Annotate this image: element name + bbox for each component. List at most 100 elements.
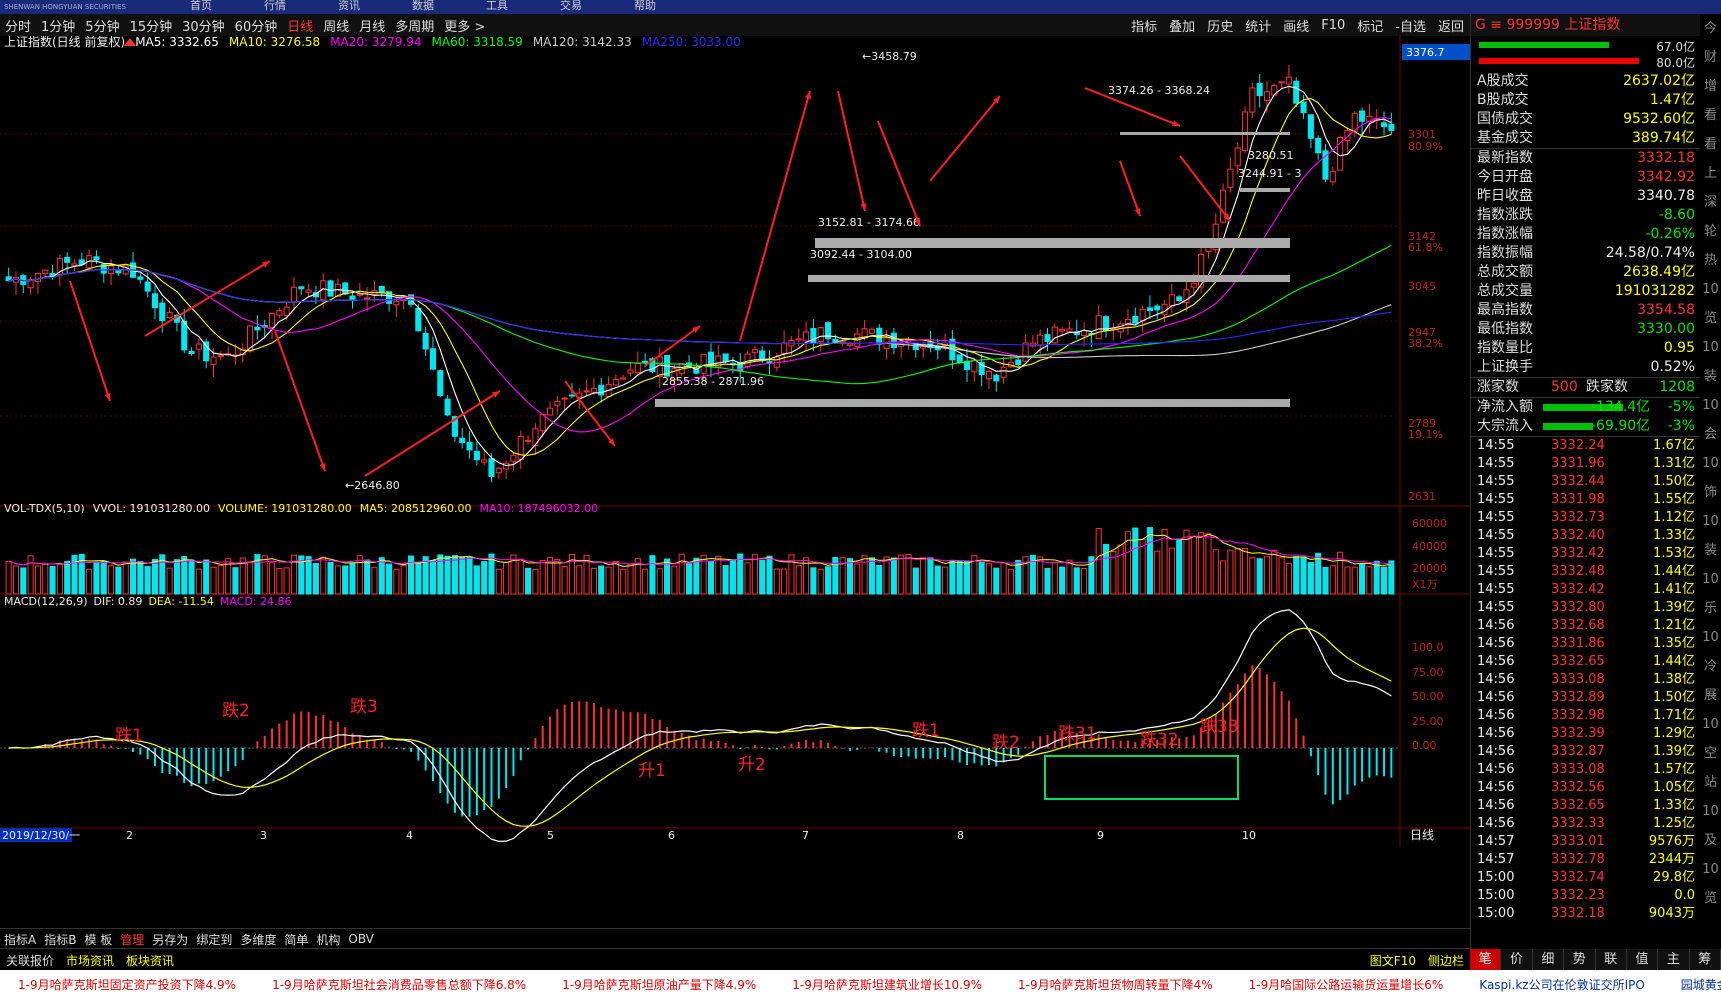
- quote-tab-4[interactable]: 联: [1596, 949, 1627, 970]
- tool-button-8[interactable]: 返回: [1432, 16, 1470, 35]
- ticker-item[interactable]: 1-9月哈萨克斯坦固定资产投资下降4.9%: [0, 976, 254, 993]
- side-strip-item[interactable]: 看: [1700, 101, 1721, 130]
- menu-item-1[interactable]: 行情: [264, 0, 286, 12]
- quote-tab-1[interactable]: 价: [1501, 949, 1533, 970]
- side-strip-item[interactable]: 10: [1700, 710, 1721, 739]
- info-tab-1[interactable]: 市场资讯: [60, 952, 120, 969]
- side-strip-item[interactable]: 10: [1700, 333, 1721, 362]
- indicator-tab-8[interactable]: 机构: [312, 931, 344, 948]
- info-tab-0[interactable]: 关联报价: [0, 952, 60, 969]
- period-tab-6[interactable]: 日线: [282, 16, 318, 35]
- tick-time: 14:55: [1477, 600, 1515, 615]
- ticker-item[interactable]: 1-9月哈萨克斯坦社会消费品零售总额下降6.8%: [254, 976, 544, 993]
- side-strip-item[interactable]: 及: [1700, 826, 1721, 855]
- quote-tab-7[interactable]: 筹: [1690, 949, 1721, 970]
- stat-row: B股成交 1.47亿: [1471, 91, 1701, 110]
- indicator-tab-6[interactable]: 多维度: [236, 931, 280, 948]
- tool-button-1[interactable]: 叠加: [1163, 16, 1201, 35]
- side-strip-item[interactable]: 增: [1700, 72, 1721, 101]
- side-strip-item[interactable]: 10: [1700, 449, 1721, 478]
- menu-item-2[interactable]: 资讯: [338, 0, 360, 12]
- menu-item-3[interactable]: 数据: [412, 0, 434, 12]
- side-strip-item[interactable]: 财: [1700, 43, 1721, 72]
- side-strip-item[interactable]: 10: [1700, 565, 1721, 594]
- indicator-tab-5[interactable]: 绑定到: [192, 931, 236, 948]
- net-inflow-pct: -5%: [1667, 399, 1695, 415]
- period-tab-3[interactable]: 15分钟: [125, 16, 178, 35]
- side-strip-item[interactable]: 空: [1700, 739, 1721, 768]
- indicator-tab-7[interactable]: 简单: [280, 931, 312, 948]
- kline-chart[interactable]: 上证指数(日线 前复权) MA5: 3332.65 MA10: 3276.58 MA2…: [0, 36, 1470, 949]
- news-ticker[interactable]: 1-9月哈萨克斯坦固定资产投资下降4.9% 1-9月哈萨克斯坦社会消费品零售总额下…: [0, 970, 1721, 998]
- tick-list[interactable]: 14:55 3332.24 1.67亿 14:55 3331.96 1.31亿 14:55 3…: [1471, 436, 1701, 923]
- indicator-tab-3[interactable]: 管理: [116, 931, 148, 948]
- indicator-tab-9[interactable]: OBV: [344, 932, 378, 946]
- side-strip-item[interactable]: 乐: [1700, 594, 1721, 623]
- info-right-tab-1[interactable]: 侧边栏: [1422, 952, 1470, 969]
- period-tab-9[interactable]: 多周期: [390, 16, 439, 35]
- period-tab-1[interactable]: 1分钟: [36, 16, 80, 35]
- period-tab-4[interactable]: 30分钟: [177, 16, 230, 35]
- side-strip-item[interactable]: 10: [1700, 275, 1721, 304]
- side-strip-item[interactable]: 装: [1700, 362, 1721, 391]
- side-strip-item[interactable]: 览: [1700, 884, 1721, 913]
- ticker-item[interactable]: 1-9月哈萨克斯坦原油产量下降4.9%: [544, 976, 774, 993]
- indicator-tab-2[interactable]: 模 板: [80, 931, 116, 948]
- side-strip-item[interactable]: 装: [1700, 536, 1721, 565]
- ticker-item[interactable]: 1-9月哈国际公路运输货运量增长6%: [1231, 976, 1462, 993]
- ticker-item[interactable]: Kaspi.kz公司在伦敦证交所IPO: [1461, 976, 1663, 993]
- side-strip-item[interactable]: 览: [1700, 304, 1721, 333]
- tick-price: 3332.73: [1551, 510, 1605, 525]
- menu-item-5[interactable]: 交易: [560, 0, 582, 12]
- quote-tab-6[interactable]: 主: [1658, 949, 1690, 970]
- quote-tab-2[interactable]: 细: [1533, 949, 1565, 970]
- side-strip-item[interactable]: 热: [1700, 246, 1721, 275]
- indicator-tab-0[interactable]: 指标A: [0, 931, 40, 948]
- menu-item-6[interactable]: 帮助: [634, 0, 656, 12]
- date-axis-label: 10: [1242, 829, 1256, 842]
- ticker-item[interactable]: 园城黄金 (600766: [1663, 976, 1721, 993]
- side-strip-item[interactable]: 站: [1700, 768, 1721, 797]
- tool-button-4[interactable]: 画线: [1277, 16, 1315, 35]
- tick-row: 15:00 3332.74 29.8亿: [1471, 869, 1701, 887]
- period-tab-0[interactable]: 分时: [0, 16, 36, 35]
- period-tab-10[interactable]: 更多 >: [439, 16, 490, 35]
- quote-tab-5[interactable]: 值: [1627, 949, 1659, 970]
- side-strip-item[interactable]: 10: [1700, 855, 1721, 884]
- period-tab-2[interactable]: 5分钟: [80, 16, 124, 35]
- info-tab-2[interactable]: 板块资讯: [120, 952, 180, 969]
- side-strip-item[interactable]: 会: [1700, 420, 1721, 449]
- tool-button-6[interactable]: 标记: [1351, 16, 1389, 35]
- side-strip-item[interactable]: 10: [1700, 623, 1721, 652]
- side-strip-item[interactable]: 10: [1700, 797, 1721, 826]
- tool-button-0[interactable]: 指标: [1125, 16, 1163, 35]
- side-strip-item[interactable]: 饰: [1700, 478, 1721, 507]
- side-strip-item[interactable]: 10: [1700, 507, 1721, 536]
- menu-item-4[interactable]: 工具: [486, 0, 508, 12]
- info-right-tab-0[interactable]: 图文F10: [1364, 952, 1422, 969]
- period-tab-5[interactable]: 60分钟: [230, 16, 283, 35]
- quote-tab-3[interactable]: 势: [1564, 949, 1596, 970]
- ticker-item[interactable]: 1-9月哈萨克斯坦货物周转量下降4%: [1000, 976, 1231, 993]
- tool-button-3[interactable]: 统计: [1239, 16, 1277, 35]
- indicator-tab-1[interactable]: 指标B: [40, 931, 80, 948]
- side-strip-item[interactable]: 10: [1700, 391, 1721, 420]
- period-tab-8[interactable]: 月线: [354, 16, 390, 35]
- side-strip-item[interactable]: 上: [1700, 159, 1721, 188]
- indicator-tab-4[interactable]: 另存为: [148, 931, 192, 948]
- side-strip-item[interactable]: 今: [1700, 14, 1721, 43]
- stat-value: 2637.02亿: [1623, 73, 1695, 89]
- side-strip-item[interactable]: 冷: [1700, 652, 1721, 681]
- menu-item-0[interactable]: 首页: [190, 0, 212, 12]
- side-strip-item[interactable]: 深: [1700, 188, 1721, 217]
- side-strip-item[interactable]: 展: [1700, 681, 1721, 710]
- side-strip-item[interactable]: 看: [1700, 130, 1721, 159]
- index-title[interactable]: G ≡ 999999 上证指数: [1471, 14, 1701, 36]
- tool-button-2[interactable]: 历史: [1201, 16, 1239, 35]
- tool-button-5[interactable]: F10: [1315, 18, 1351, 33]
- tool-button-7[interactable]: -自选: [1389, 16, 1432, 35]
- quote-tab-0[interactable]: 笔: [1470, 949, 1502, 970]
- ticker-item[interactable]: 1-9月哈萨克斯坦建筑业增长10.9%: [774, 976, 1000, 993]
- side-strip-item[interactable]: 轮: [1700, 217, 1721, 246]
- period-tab-7[interactable]: 周线: [318, 16, 354, 35]
